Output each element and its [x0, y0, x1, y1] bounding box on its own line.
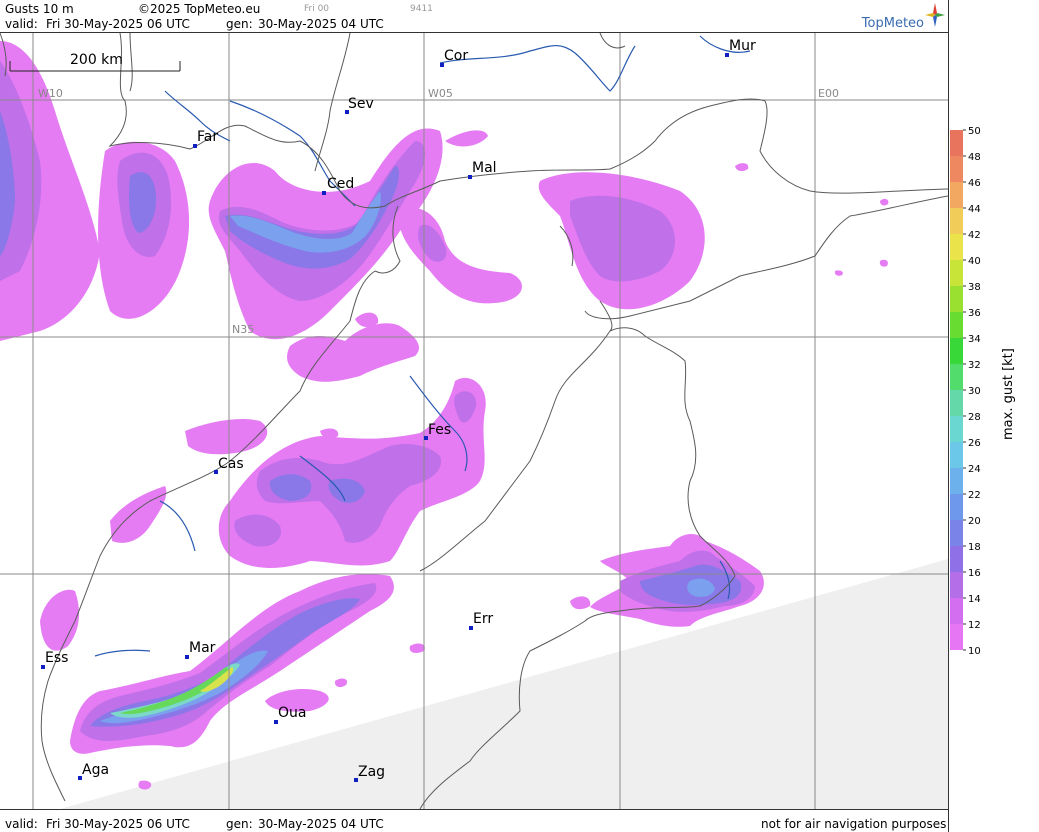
- legend-swatch: [950, 260, 963, 286]
- legend-tick-label: 38: [968, 282, 981, 293]
- legend-tick-label: 14: [968, 594, 981, 605]
- disclaimer: not for air navigation purposes: [761, 817, 947, 831]
- scale-bar-label: 200 km: [70, 52, 123, 68]
- city-label-cor: Cor: [444, 48, 469, 64]
- legend-swatch: [950, 442, 963, 468]
- city-label-ess: Ess: [45, 650, 69, 666]
- legend-swatch: [950, 494, 963, 520]
- legend-swatch: [950, 130, 963, 156]
- legend-tick-label: 18: [968, 542, 981, 553]
- map-panel[interactable]: 200 km W10 W05 E00 N35 Cor Mur Sev Far C…: [0, 32, 948, 810]
- legend-tick-label: 34: [968, 334, 981, 345]
- city-dot-ced: [322, 191, 326, 195]
- legend-tick-label: 42: [968, 230, 981, 241]
- legend-tick-label: 36: [968, 308, 981, 319]
- legend-tick-label: 40: [968, 256, 981, 267]
- compass-star-icon: [925, 3, 945, 27]
- footer-gen-time: 30-May-2025 04 UTC: [258, 817, 384, 831]
- legend-swatch: [950, 598, 963, 624]
- legend-swatch: [950, 156, 963, 182]
- legend-tick-label: 50: [968, 126, 981, 137]
- logo-text: TopMeteo: [861, 16, 924, 31]
- legend-tick-label: 16: [968, 568, 981, 579]
- legend-swatch: [950, 182, 963, 208]
- legend-tick-label: 28: [968, 412, 981, 423]
- legend-swatch: [950, 390, 963, 416]
- legend-colorbar: 50 48 46 44 42 40 38 36 34 32 30 28 26 24 22 20 18 16 14 12…: [950, 126, 981, 657]
- valid-time: Fri 30-May-2025 06 UTC: [46, 17, 190, 31]
- legend-swatch: [950, 468, 963, 494]
- legend-tick-label: 24: [968, 464, 981, 475]
- gen-label: gen:: [226, 17, 253, 31]
- legend-tick-label: 32: [968, 360, 981, 371]
- legend-tick-label: 20: [968, 516, 981, 527]
- city-label-mar: Mar: [189, 640, 216, 656]
- footer-valid-label: valid:: [5, 817, 38, 831]
- city-label-zag: Zag: [358, 764, 386, 780]
- legend-tick-label: 22: [968, 490, 981, 501]
- city-label-oua: Oua: [278, 705, 307, 721]
- legend-swatch: [950, 624, 963, 650]
- copyright: ©2025 TopMeteo.eu: [138, 2, 261, 16]
- legend-tick-label: 10: [968, 646, 981, 657]
- map-footer: valid: Fri 30-May-2025 06 UTC gen: 30-Ma…: [0, 809, 948, 832]
- map-canvas: [0, 33, 948, 809]
- map-header: Gusts 10 m ©2025 TopMeteo.eu Fri 00 9411…: [0, 0, 948, 32]
- city-label-fes: Fes: [428, 422, 452, 438]
- legend-swatch: [950, 416, 963, 442]
- code-small: 9411: [410, 4, 433, 14]
- color-legend: 50 48 46 44 42 40 38 36 34 32 30 28 26 24 22 20 18 16 14 12…: [948, 0, 1039, 832]
- legend-swatch: [950, 208, 963, 234]
- legend-swatch: [950, 364, 963, 390]
- gen-time: 30-May-2025 04 UTC: [258, 17, 384, 31]
- city-label-far: Far: [197, 129, 219, 145]
- grid-label-e00: E00: [818, 87, 839, 100]
- legend-swatch: [950, 312, 963, 338]
- city-label-aga: Aga: [82, 762, 110, 778]
- legend-title: max. gust [kt]: [1001, 348, 1016, 440]
- city-label-ced: Ced: [327, 176, 355, 192]
- topmeteo-logo: TopMeteo: [848, 2, 948, 32]
- city-label-cas: Cas: [218, 456, 244, 472]
- legend-tick-label: 30: [968, 386, 981, 397]
- valid-label: valid:: [5, 17, 38, 31]
- legend-swatch: [950, 546, 963, 572]
- city-label-err: Err: [473, 611, 494, 627]
- legend-swatch: [950, 520, 963, 546]
- footer-valid-time: Fri 30-May-2025 06 UTC: [46, 817, 190, 831]
- legend-tick-label: 26: [968, 438, 981, 449]
- legend-tick-label: 12: [968, 620, 981, 631]
- grid-label-w10: W10: [38, 87, 63, 100]
- legend-swatch: [950, 286, 963, 312]
- city-label-mur: Mur: [729, 38, 756, 54]
- legend-tick-label: 44: [968, 204, 981, 215]
- city-label-mal: Mal: [472, 160, 497, 176]
- grid-label-n35: N35: [232, 323, 255, 336]
- legend-swatch: [950, 338, 963, 364]
- city-label-sev: Sev: [348, 96, 374, 112]
- legend-swatch: [950, 572, 963, 598]
- legend-tick-label: 46: [968, 178, 981, 189]
- run-small: Fri 00: [304, 4, 330, 14]
- grid-label-w05: W05: [428, 87, 453, 100]
- footer-gen-label: gen:: [226, 817, 253, 831]
- product-title: Gusts 10 m: [5, 2, 74, 16]
- legend-swatch: [950, 234, 963, 260]
- legend-tick-label: 48: [968, 152, 981, 163]
